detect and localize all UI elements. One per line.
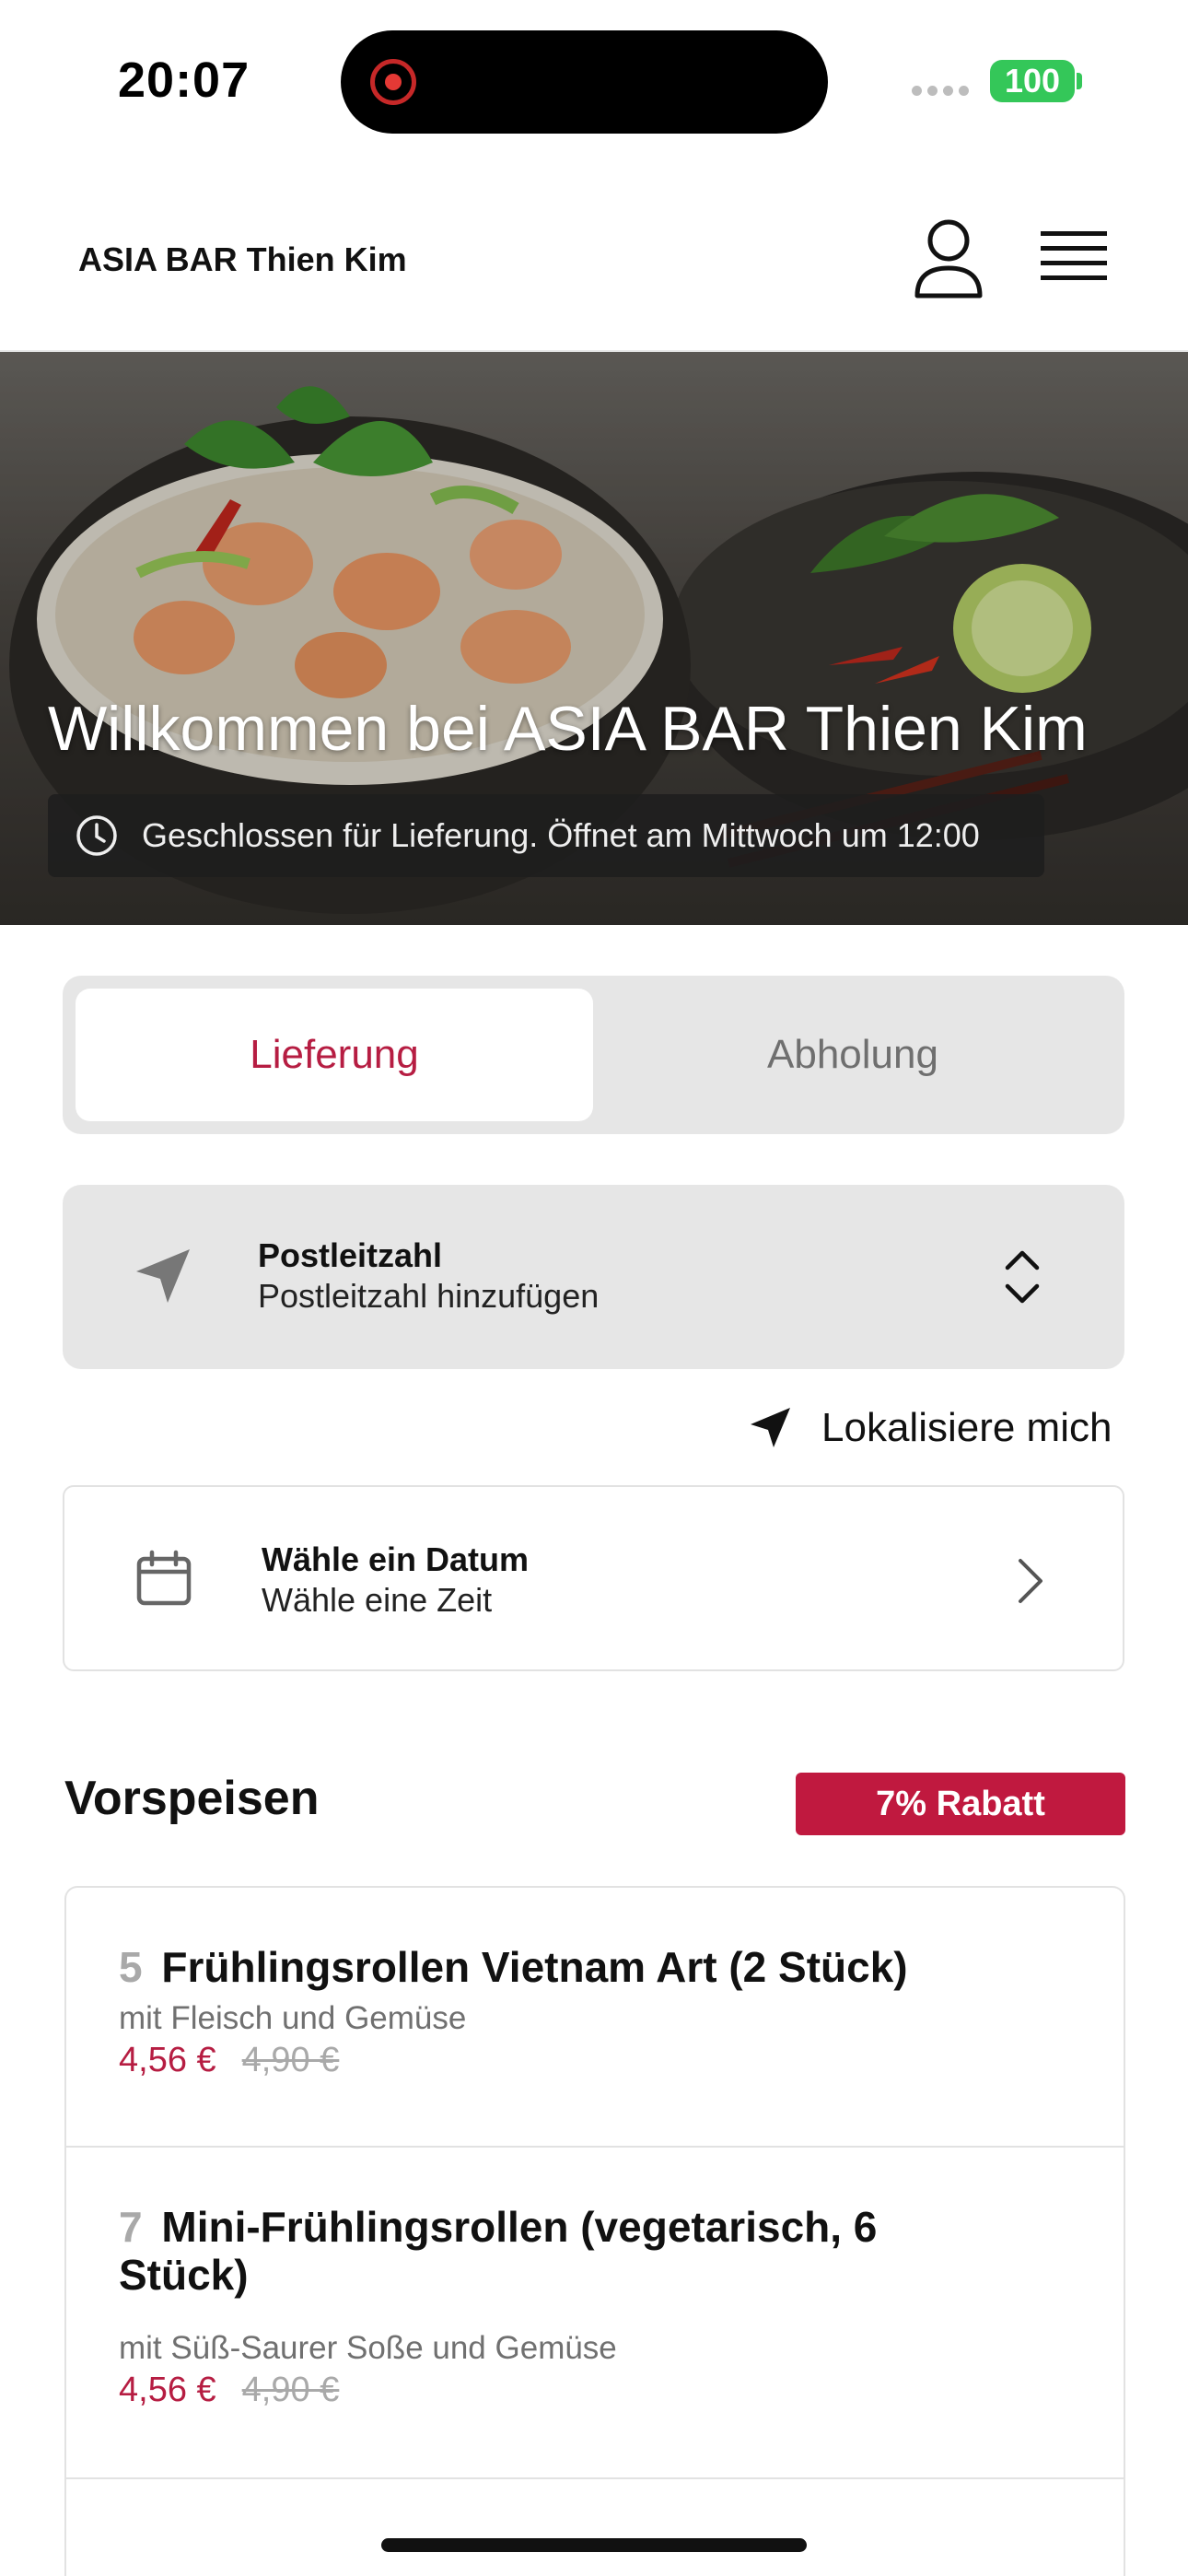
chevron-up-down-icon — [1005, 1250, 1040, 1304]
locate-me-label: Lokalisiere mich — [821, 1405, 1112, 1450]
user-icon[interactable] — [912, 217, 985, 299]
item-price: 4,56 € 4,90 € — [119, 2371, 339, 2410]
status-bar: 20:07 100 — [0, 0, 1188, 161]
hamburger-menu-icon[interactable] — [1039, 226, 1109, 290]
item-description: mit Süß-Saurer Soße und Gemüse — [119, 2330, 617, 2366]
item-number: 5 — [119, 1943, 143, 1991]
hero-banner: Willkommen bei ASIA BAR Thien Kim Geschl… — [0, 352, 1188, 925]
app-header: ASIA BAR Thien Kim — [0, 161, 1188, 352]
item-price-current: 4,56 € — [119, 2371, 216, 2409]
date-picker-title: Wähle ein Datum — [262, 1540, 530, 1578]
category-title: Vorspeisen — [64, 1772, 320, 1825]
item-name: Mini-Frühlingsrollen (vegetarisch, 6 Stü… — [119, 2203, 878, 2299]
date-time-picker[interactable]: Wähle ein Datum Wähle eine Zeit — [63, 1485, 1124, 1671]
home-indicator[interactable] — [381, 2538, 807, 2552]
menu-item-list: 5 Frühlingsrollen Vietnam Art (2 Stück) … — [64, 1886, 1125, 2576]
item-name: Frühlingsrollen Vietnam Art (2 Stück) — [161, 1943, 908, 1991]
status-time: 20:07 — [118, 53, 250, 108]
tab-delivery[interactable]: Lieferung — [76, 989, 593, 1121]
item-price: 4,56 € 4,90 € — [119, 2041, 339, 2080]
opening-status-text: Geschlossen für Lieferung. Öffnet am Mit… — [142, 816, 980, 854]
location-arrow-icon — [136, 1249, 190, 1303]
location-arrow-icon — [751, 1408, 790, 1447]
item-title: 5 Frühlingsrollen Vietnam Art (2 Stück) — [119, 1943, 1013, 1991]
order-mode-toggle: Lieferung Abholung — [63, 976, 1124, 1134]
welcome-title: Willkommen bei ASIA BAR Thien Kim — [48, 694, 1088, 764]
locate-me-button[interactable]: Lokalisiere mich — [748, 1399, 1112, 1458]
item-price-old: 4,90 € — [241, 2371, 340, 2409]
recording-icon — [370, 59, 416, 105]
item-description: mit Fleisch und Gemüse — [119, 2000, 467, 2036]
tab-pickup[interactable]: Abholung — [594, 989, 1112, 1121]
clock-icon — [76, 815, 117, 856]
postcode-label: Postleitzahl — [258, 1236, 443, 1274]
menu-item[interactable]: 7 Mini-Frühlingsrollen (vegetarisch, 6 S… — [66, 2148, 1124, 2479]
postcode-selector[interactable]: Postleitzahl Postleitzahl hinzufügen — [63, 1185, 1124, 1369]
item-title: 7 Mini-Frühlingsrollen (vegetarisch, 6 S… — [119, 2203, 1013, 2299]
discount-badge: 7% Rabatt — [796, 1773, 1125, 1835]
dynamic-island — [341, 30, 828, 134]
date-picker-subtitle: Wähle eine Zeit — [262, 1581, 493, 1619]
menu-item[interactable]: 5 Frühlingsrollen Vietnam Art (2 Stück) … — [66, 1888, 1124, 2148]
item-number: 7 — [119, 2203, 143, 2251]
calendar-icon — [136, 1550, 192, 1606]
signal-icon — [912, 86, 969, 96]
postcode-placeholder: Postleitzahl hinzufügen — [258, 1277, 600, 1315]
battery-cap — [1077, 73, 1082, 89]
battery-indicator: 100 — [990, 60, 1075, 102]
opening-status-banner: Geschlossen für Lieferung. Öffnet am Mit… — [48, 794, 1044, 877]
brand-name[interactable]: ASIA BAR Thien Kim — [78, 240, 407, 279]
item-price-old: 4,90 € — [241, 2041, 340, 2079]
item-price-current: 4,56 € — [119, 2041, 216, 2079]
chevron-right-icon — [1019, 1559, 1042, 1603]
